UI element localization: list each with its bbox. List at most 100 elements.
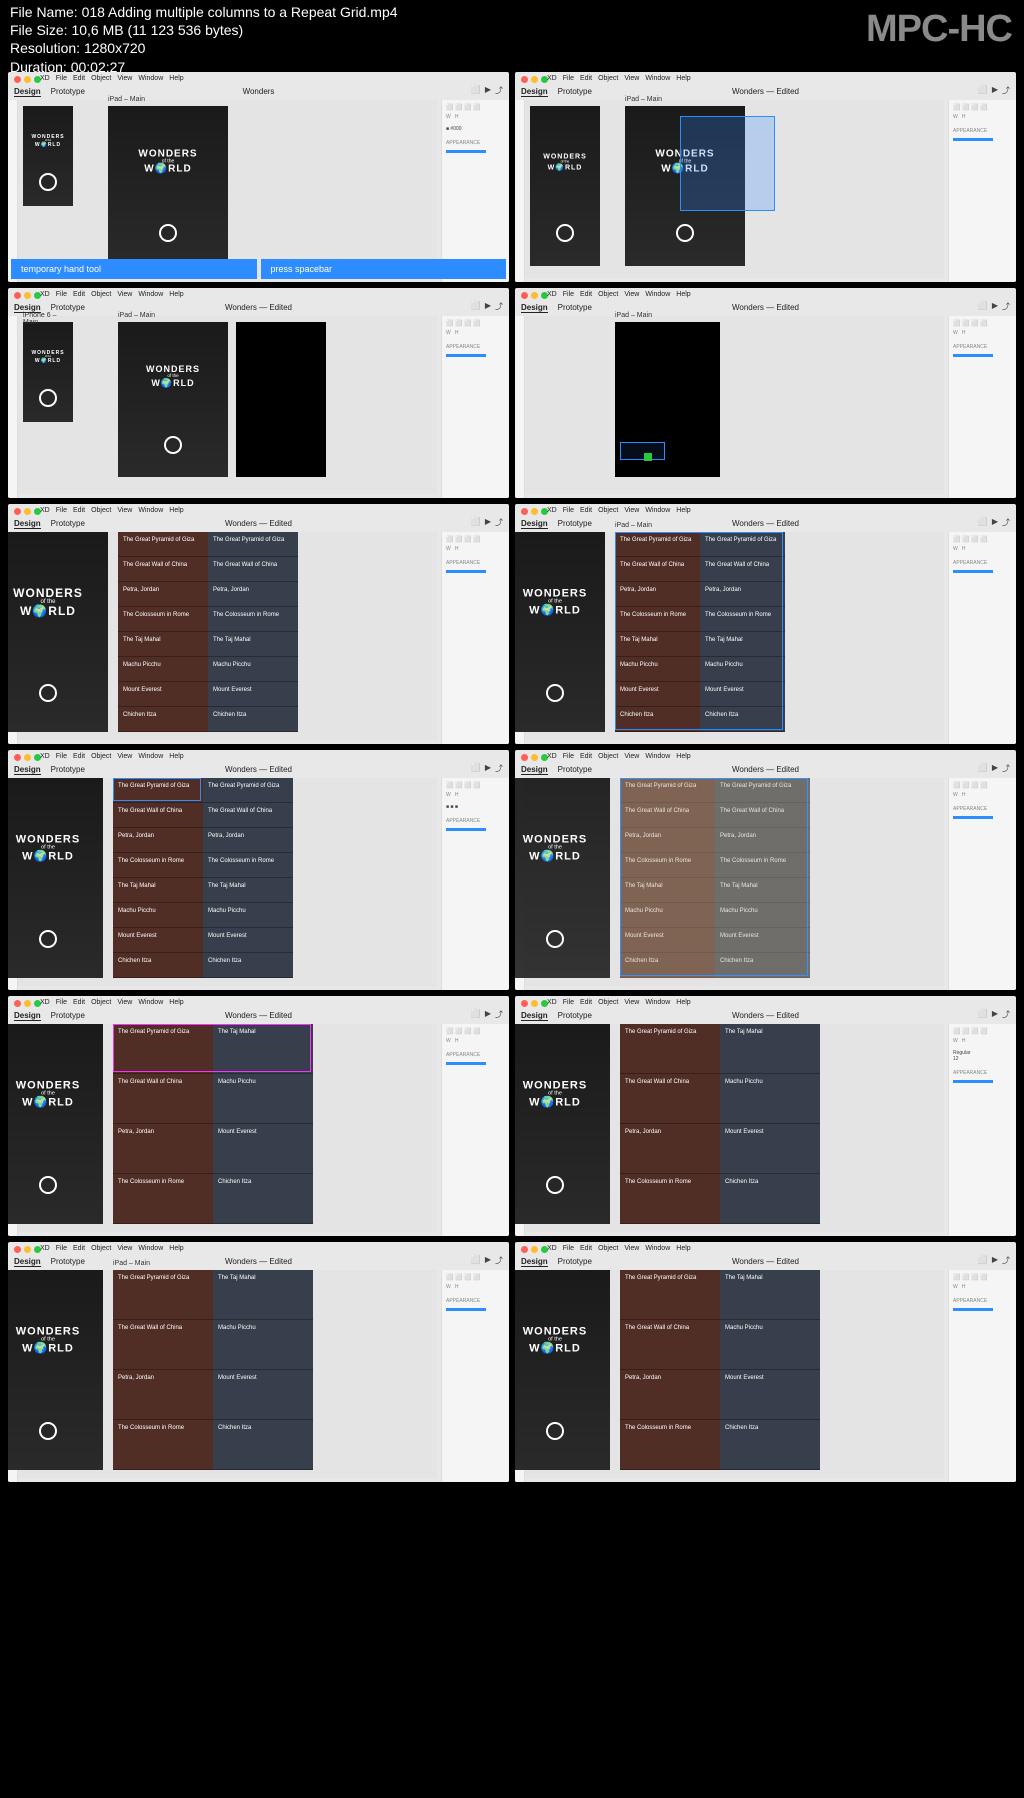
list-item[interactable]: Chichen Itza bbox=[720, 1420, 820, 1470]
thumbnail-11[interactable]: XDFileEditObjectViewWindowHelp DesignPro… bbox=[8, 1242, 509, 1482]
mode-tabs[interactable]: DesignPrototype bbox=[14, 1257, 85, 1267]
list-item[interactable]: The Colosseum in Rome bbox=[208, 607, 298, 632]
properties-panel[interactable]: ⬜ ⬜ ⬜ ⬜ W H APPEARANCE bbox=[441, 532, 509, 744]
menubar[interactable]: XDFileEditObjectViewWindowHelp bbox=[40, 1245, 184, 1252]
list-item[interactable]: The Colosseum in Rome bbox=[620, 1420, 720, 1470]
properties-panel[interactable]: ⬜ ⬜ ⬜ ⬜ W H ■ #000 APPEARANCE bbox=[441, 100, 509, 282]
list-item[interactable]: The Taj Mahal bbox=[720, 1024, 820, 1074]
window-controls[interactable] bbox=[521, 508, 548, 515]
list-item[interactable]: The Great Pyramid of Giza bbox=[113, 1270, 213, 1320]
list-item[interactable]: The Great Pyramid of Giza bbox=[620, 1270, 720, 1320]
thumbnail-3[interactable]: XDFileEditObjectViewWindowHelp DesignPro… bbox=[8, 288, 509, 498]
list-item[interactable]: Mount Everest bbox=[113, 928, 203, 953]
toolbar-right[interactable]: ⬜▶⤴ bbox=[978, 301, 1010, 312]
window-controls[interactable] bbox=[521, 76, 548, 83]
menubar[interactable]: XDFileEditObjectViewWindowHelp bbox=[547, 753, 691, 760]
properties-panel[interactable]: ⬜ ⬜ ⬜ ⬜ W H APPEARANCE bbox=[948, 100, 1016, 282]
list-item[interactable]: Petra, Jordan bbox=[113, 1370, 213, 1420]
list-item[interactable]: Machu Picchu bbox=[720, 1320, 820, 1370]
list-item[interactable]: Petra, Jordan bbox=[620, 1370, 720, 1420]
list-item[interactable]: The Great Pyramid of Giza bbox=[620, 1024, 720, 1074]
window-controls[interactable] bbox=[521, 754, 548, 761]
menubar[interactable]: XDFileEditObjectViewWindowHelp bbox=[547, 507, 691, 514]
list-item[interactable]: The Great Wall of China bbox=[203, 803, 293, 828]
thumbnail-6[interactable]: XDFileEditObjectViewWindowHelp DesignPro… bbox=[515, 504, 1016, 744]
thumbnail-8[interactable]: XDFileEditObjectViewWindowHelp DesignPro… bbox=[515, 750, 1016, 990]
menubar[interactable]: XDFileEditObjectViewWindowHelp bbox=[547, 999, 691, 1006]
toolbar-right[interactable]: ⬜▶⤴ bbox=[978, 85, 1010, 96]
list-item[interactable]: The Taj Mahal bbox=[113, 878, 203, 903]
toolbar-right[interactable]: ⬜▶⤴ bbox=[471, 1255, 503, 1266]
list-item[interactable]: Mount Everest bbox=[720, 1370, 820, 1420]
properties-panel[interactable]: ⬜ ⬜ ⬜ ⬜ W H APPEARANCE bbox=[948, 316, 1016, 498]
selection-box[interactable] bbox=[680, 116, 775, 211]
list-item[interactable]: The Great Pyramid of Giza bbox=[203, 778, 293, 803]
list-item[interactable]: Machu Picchu bbox=[118, 657, 208, 682]
toolbar-right[interactable]: ⬜▶⤴ bbox=[471, 517, 503, 528]
list-item[interactable]: The Taj Mahal bbox=[118, 632, 208, 657]
tool-sidebar[interactable] bbox=[515, 316, 525, 498]
list-item[interactable]: The Taj Mahal bbox=[720, 1270, 820, 1320]
list-item[interactable]: The Taj Mahal bbox=[208, 632, 298, 657]
list-item[interactable]: Petra, Jordan bbox=[203, 828, 293, 853]
list-item[interactable]: Chichen Itza bbox=[208, 707, 298, 732]
list-item[interactable]: Chichen Itza bbox=[203, 953, 293, 978]
list-item[interactable]: The Colosseum in Rome bbox=[118, 607, 208, 632]
list-item[interactable]: Petra, Jordan bbox=[620, 1124, 720, 1174]
list-item[interactable]: The Great Wall of China bbox=[113, 1320, 213, 1370]
thumbnail-12[interactable]: XDFileEditObjectViewWindowHelp DesignPro… bbox=[515, 1242, 1016, 1482]
properties-panel[interactable]: ⬜ ⬜ ⬜ ⬜ W H Regular12 APPEARANCE bbox=[948, 1024, 1016, 1236]
list-item[interactable]: Chichen Itza bbox=[720, 1174, 820, 1224]
thumbnail-2[interactable]: XDFileEditObjectViewWindowHelp DesignPro… bbox=[515, 72, 1016, 282]
properties-panel[interactable]: ⬜ ⬜ ⬜ ⬜ W H APPEARANCE bbox=[441, 316, 509, 498]
mode-tabs[interactable]: DesignPrototype bbox=[521, 1257, 592, 1267]
toolbar-right[interactable]: ⬜▶⤴ bbox=[978, 763, 1010, 774]
menubar[interactable]: XDFileEditObjectViewWindowHelp bbox=[40, 75, 184, 82]
list-item[interactable]: Mount Everest bbox=[213, 1370, 313, 1420]
list-item[interactable]: Mount Everest bbox=[118, 682, 208, 707]
tool-sidebar[interactable] bbox=[515, 100, 525, 282]
list-item[interactable]: Chichen Itza bbox=[118, 707, 208, 732]
mode-tabs[interactable]: DesignPrototype bbox=[14, 765, 85, 775]
list-item[interactable]: The Great Wall of China bbox=[113, 803, 203, 828]
list-item[interactable]: The Great Wall of China bbox=[620, 1074, 720, 1124]
list-item[interactable]: The Great Pyramid of Giza bbox=[208, 532, 298, 557]
toolbar-right[interactable]: ⬜▶⤴ bbox=[471, 763, 503, 774]
toolbar-right[interactable]: ⬜▶⤴ bbox=[978, 517, 1010, 528]
thumbnail-1[interactable]: XDFileEditObjectViewWindowHelp DesignPro… bbox=[8, 72, 509, 282]
mode-tabs[interactable]: DesignPrototype bbox=[521, 303, 592, 313]
menubar[interactable]: XDFileEditObjectViewWindowHelp bbox=[547, 1245, 691, 1252]
list-item[interactable]: The Taj Mahal bbox=[203, 878, 293, 903]
properties-panel[interactable]: ⬜ ⬜ ⬜ ⬜ W H APPEARANCE bbox=[948, 1270, 1016, 1482]
mode-tabs[interactable]: DesignPrototype bbox=[521, 765, 592, 775]
toolbar-right[interactable]: ⬜▶⤴ bbox=[471, 85, 503, 96]
mode-tabs[interactable]: DesignPrototype bbox=[521, 87, 592, 97]
mode-tabs[interactable]: DesignPrototype bbox=[14, 1011, 85, 1021]
properties-panel[interactable]: ⬜ ⬜ ⬜ ⬜ W H ■ ■ ■ APPEARANCE bbox=[441, 778, 509, 990]
list-item[interactable]: The Colosseum in Rome bbox=[113, 1174, 213, 1224]
window-controls[interactable] bbox=[14, 1000, 41, 1007]
menubar[interactable]: XDFileEditObjectViewWindowHelp bbox=[40, 999, 184, 1006]
window-controls[interactable] bbox=[14, 754, 41, 761]
list-item[interactable]: Petra, Jordan bbox=[113, 1124, 213, 1174]
properties-panel[interactable]: ⬜ ⬜ ⬜ ⬜ W H APPEARANCE bbox=[441, 1024, 509, 1236]
list-item[interactable]: Mount Everest bbox=[720, 1124, 820, 1174]
tool-sidebar[interactable] bbox=[8, 316, 18, 498]
list-item[interactable]: The Great Pyramid of Giza bbox=[118, 532, 208, 557]
window-controls[interactable] bbox=[521, 1000, 548, 1007]
menubar[interactable]: XDFileEditObjectViewWindowHelp bbox=[40, 291, 184, 298]
list-item[interactable]: The Great Wall of China bbox=[208, 557, 298, 582]
list-item[interactable]: Chichen Itza bbox=[213, 1174, 313, 1224]
properties-panel[interactable]: ⬜ ⬜ ⬜ ⬜ W H APPEARANCE bbox=[948, 532, 1016, 744]
list-item[interactable]: The Colosseum in Rome bbox=[113, 1420, 213, 1470]
list-item[interactable]: Petra, Jordan bbox=[118, 582, 208, 607]
list-item[interactable]: Mount Everest bbox=[203, 928, 293, 953]
list-item[interactable]: Machu Picchu bbox=[113, 903, 203, 928]
menubar[interactable]: XDFileEditObjectViewWindowHelp bbox=[40, 507, 184, 514]
tool-sidebar[interactable] bbox=[8, 100, 18, 282]
thumbnail-4[interactable]: XDFileEditObjectViewWindowHelp DesignPro… bbox=[515, 288, 1016, 498]
menubar[interactable]: XDFileEditObjectViewWindowHelp bbox=[40, 753, 184, 760]
mode-tabs[interactable]: DesignPrototype bbox=[521, 1011, 592, 1021]
list-item[interactable]: Chichen Itza bbox=[213, 1420, 313, 1470]
thumbnail-5[interactable]: XDFileEditObjectViewWindowHelp DesignPro… bbox=[8, 504, 509, 744]
